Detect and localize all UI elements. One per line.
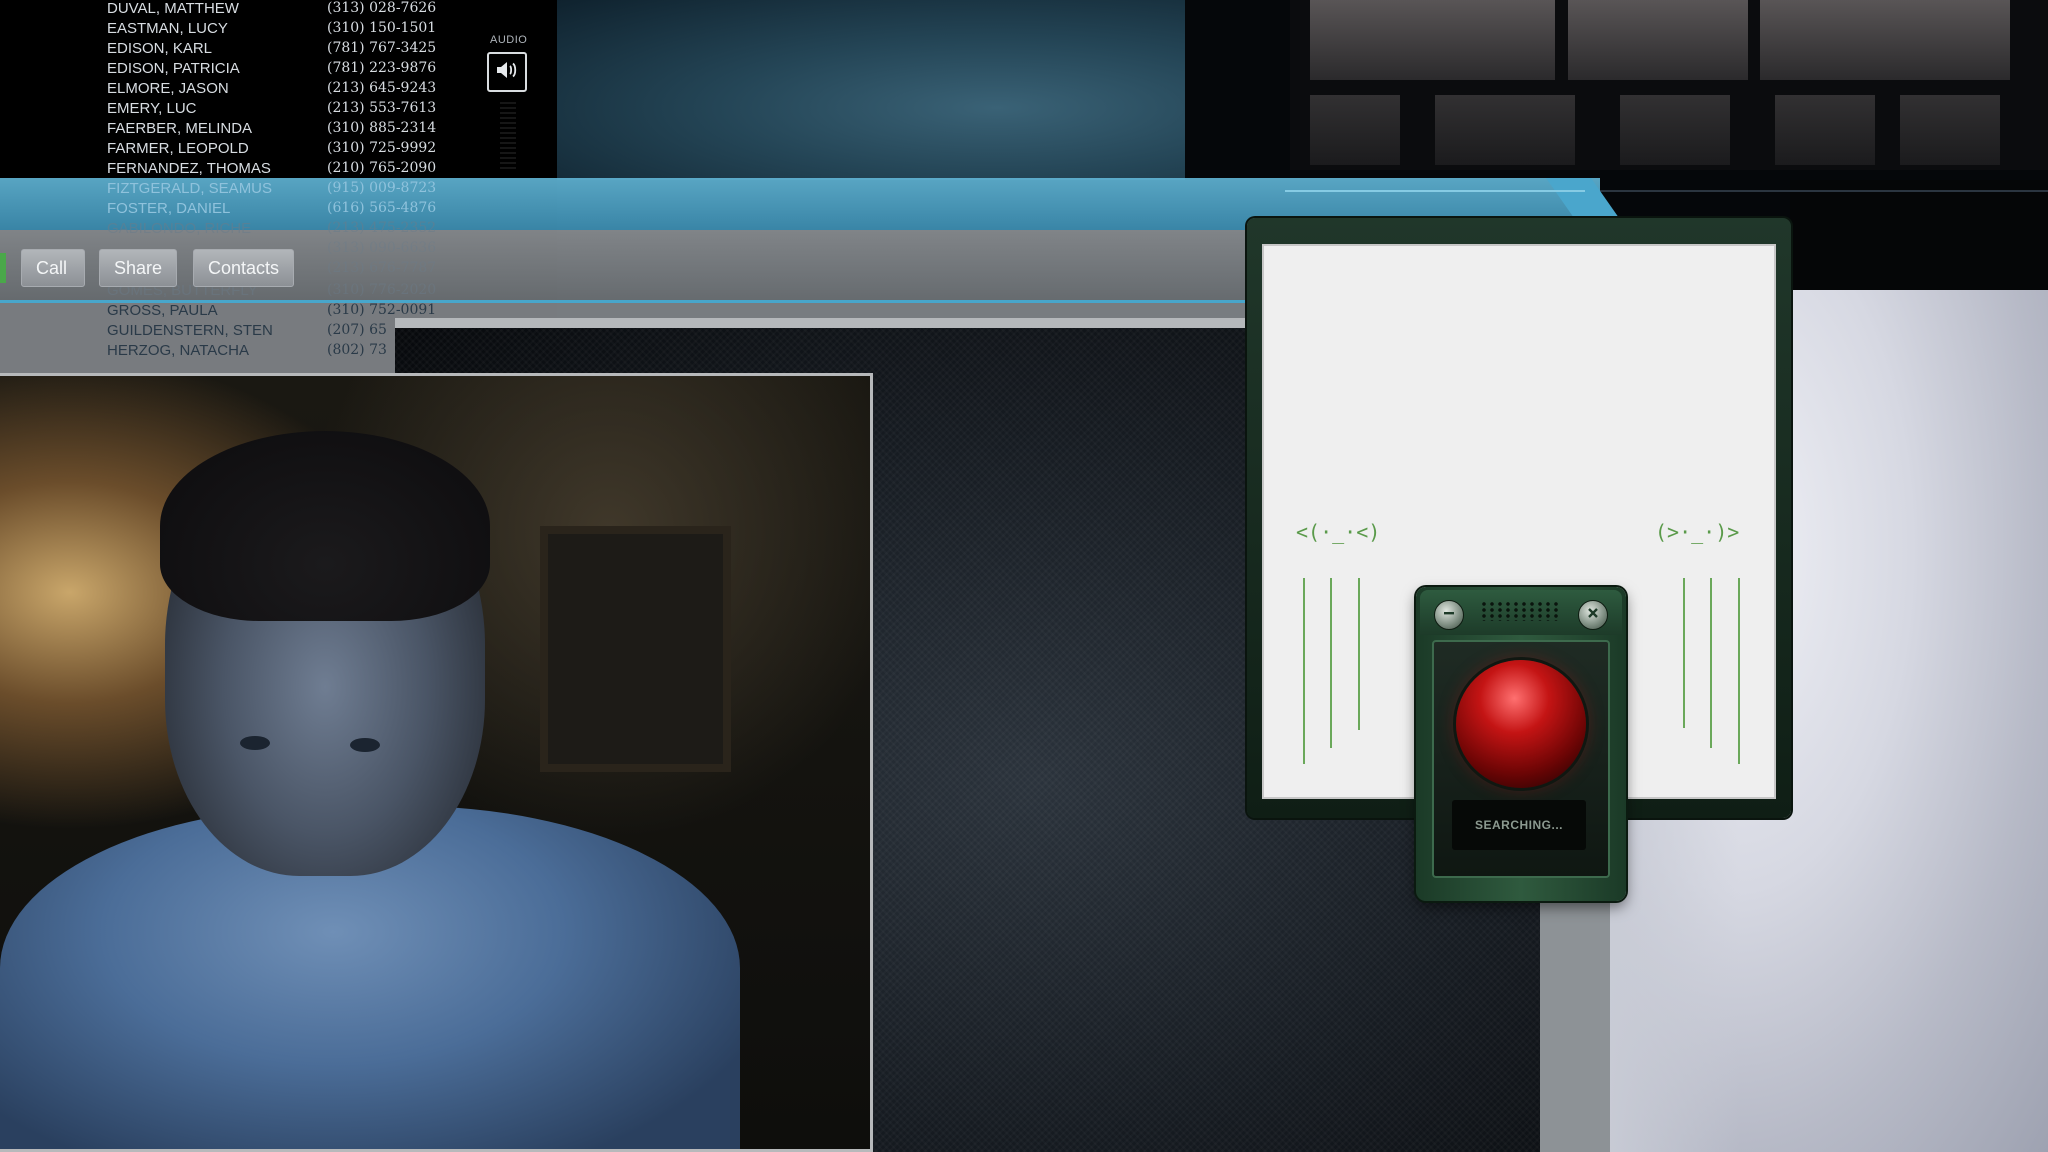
divider	[1285, 190, 1585, 192]
red-light-button[interactable]	[1456, 660, 1586, 788]
contact-row[interactable]: FARMER, LEOPOLD (310) 725-9992	[107, 140, 447, 160]
speaker-grille	[1480, 601, 1560, 621]
office-window	[1568, 0, 1748, 80]
person-eye	[350, 738, 380, 752]
contact-row[interactable]: EDISON, PATRICIA (781) 223-9876	[107, 60, 447, 80]
audio-level-meter	[500, 102, 516, 172]
contacts-button[interactable]: Contacts	[193, 249, 294, 287]
contact-row[interactable]: FERNANDEZ, THOMAS (210) 765-2090	[107, 160, 447, 180]
ascii-face-left: <(·_·<)	[1296, 520, 1381, 544]
office-window	[1310, 0, 1555, 80]
minus-icon	[1442, 606, 1456, 625]
ascii-face-right: (>·_·)>	[1655, 520, 1740, 544]
wall-frame	[540, 526, 731, 772]
status-text: SEARCHING...	[1452, 800, 1586, 850]
webcam-feed	[0, 373, 873, 1152]
contact-row[interactable]: FAERBER, MELINDA (310) 885-2314	[107, 120, 447, 140]
contact-row[interactable]: ELMORE, JASON (213) 645-9243	[107, 80, 447, 100]
office-window	[1620, 95, 1730, 165]
office-video-feed	[1290, 0, 2048, 170]
green-line	[1358, 578, 1360, 730]
audio-label: AUDIO	[490, 34, 528, 46]
status-indicator	[0, 253, 6, 283]
green-line	[1330, 578, 1332, 748]
share-button[interactable]: Share	[99, 249, 177, 287]
contact-row[interactable]: GROSS, PAULA (310) 752-0091	[107, 302, 447, 322]
contact-row[interactable]: DUVAL, MATTHEW (313) 028-7626	[107, 0, 447, 20]
contact-row[interactable]: FIZTGERALD, SEAMUS (915) 009-8723	[107, 180, 447, 200]
contact-row[interactable]: EASTMAN, LUCY (310) 150-1501	[107, 20, 447, 40]
office-window	[1900, 95, 2000, 165]
person-eye	[240, 736, 270, 750]
speaker-icon	[495, 59, 519, 86]
office-window	[1435, 95, 1575, 165]
audio-button[interactable]	[487, 52, 527, 92]
green-line	[1683, 578, 1685, 728]
contact-row[interactable]: GABILONDO, RICHE (213) 475-2352	[107, 220, 447, 240]
close-button[interactable]	[1578, 600, 1608, 630]
close-icon	[1586, 606, 1600, 625]
contact-row[interactable]: EMERY, LUC (213) 553-7613	[107, 100, 447, 120]
office-window	[1310, 95, 1400, 165]
green-line	[1710, 578, 1712, 748]
green-line	[1303, 578, 1305, 764]
office-window	[1775, 95, 1875, 165]
office-window	[1760, 0, 2010, 80]
background-texture	[557, 0, 1185, 180]
call-button[interactable]: Call	[21, 249, 85, 287]
divider	[1600, 190, 2048, 192]
minimize-button[interactable]	[1434, 600, 1464, 630]
green-line	[1738, 578, 1740, 764]
person-hair	[160, 431, 490, 621]
contact-row[interactable]: FOSTER, DANIEL (616) 565-4876	[107, 200, 447, 220]
contact-row[interactable]: EDISON, KARL (781) 767-3425	[107, 40, 447, 60]
dark-panel	[1790, 180, 2048, 290]
